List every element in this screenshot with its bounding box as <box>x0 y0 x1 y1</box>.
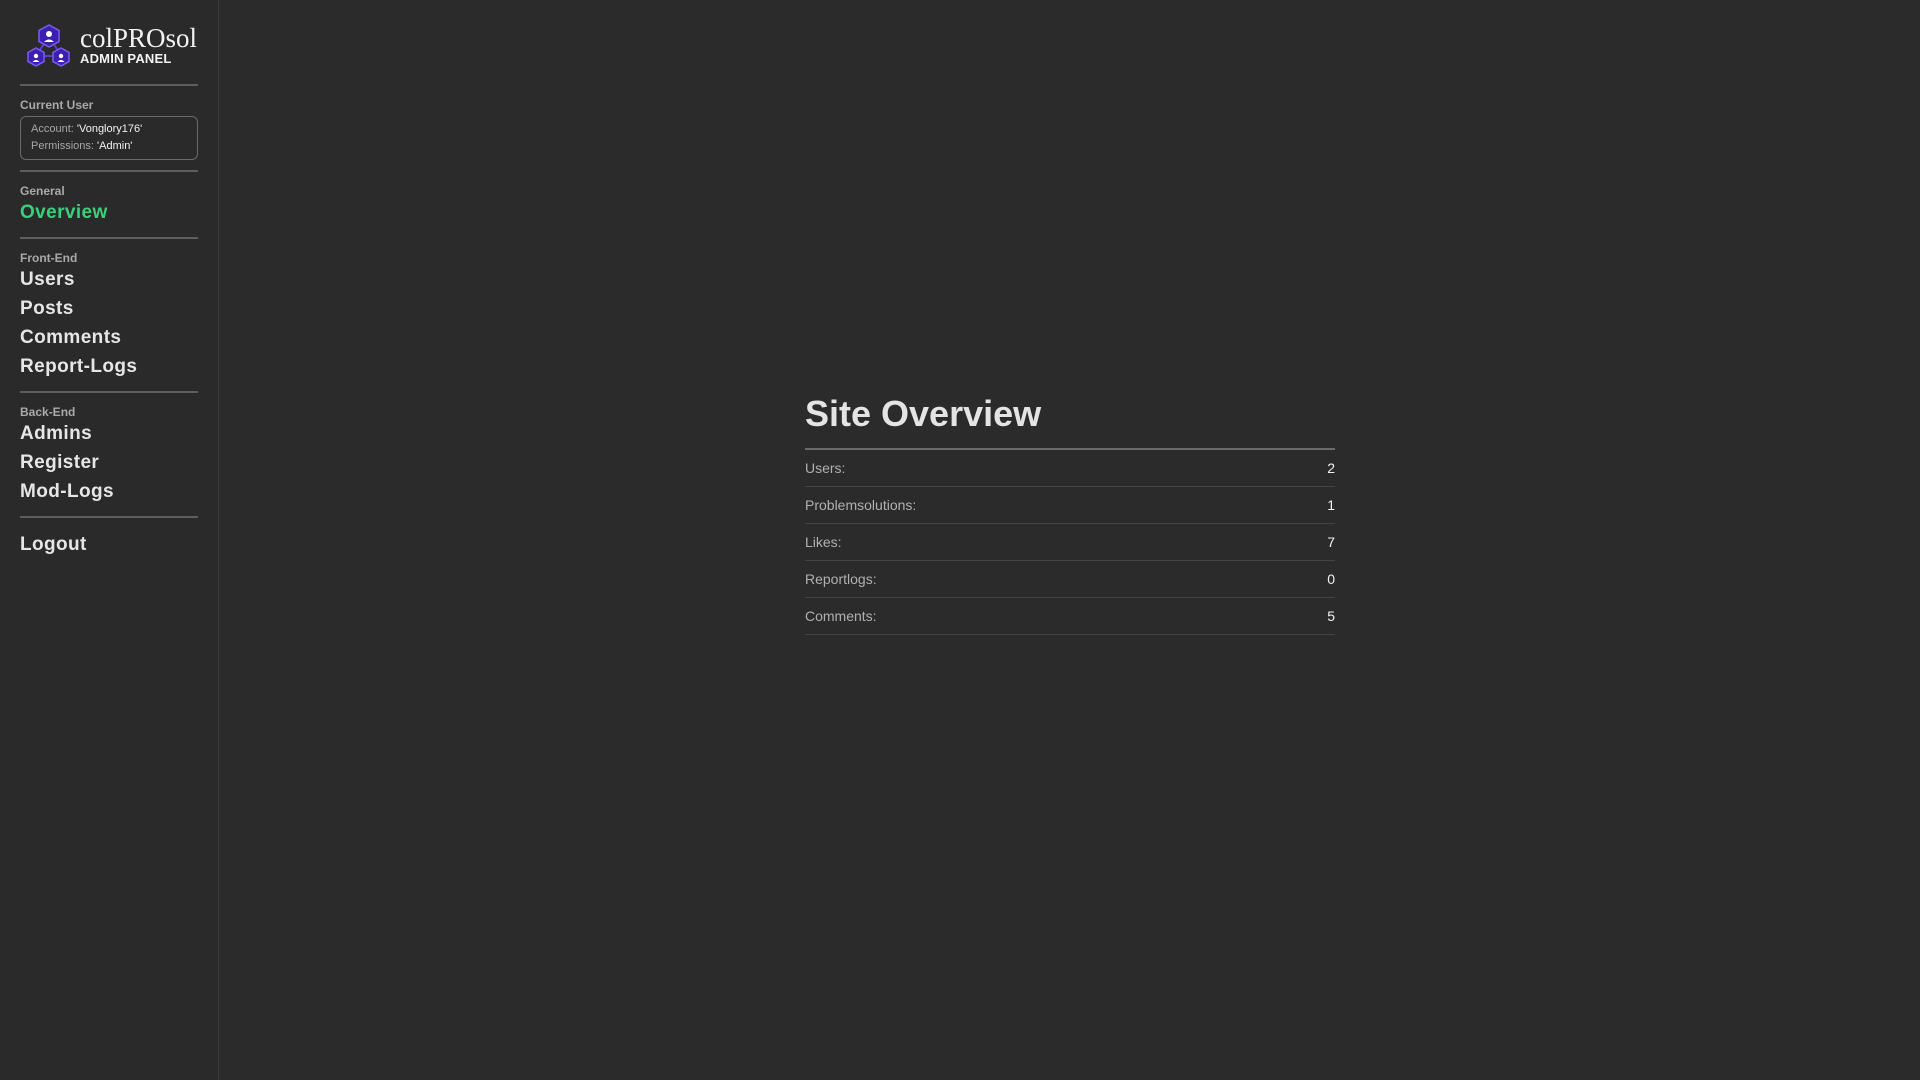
current-user-box: Account: 'Vonglory176' Permissions: 'Adm… <box>20 116 198 160</box>
stat-value: 0 <box>1327 571 1335 587</box>
stat-label: Users: <box>805 460 846 476</box>
account-value: 'Vonglory176' <box>76 123 143 135</box>
brand-subtitle: ADMIN PANEL <box>80 51 172 66</box>
site-overview-panel: Site Overview Users: 2 Problemsolutions:… <box>805 390 1335 635</box>
stat-row-likes: Likes: 7 <box>805 524 1335 561</box>
current-user-heading: Current User <box>20 98 94 112</box>
stat-row-problemsolutions: Problemsolutions: 1 <box>805 487 1335 524</box>
nav-section-front-end-label: Front-End <box>20 251 78 265</box>
stat-row-comments: Comments: 5 <box>805 598 1335 635</box>
nav-item-report-logs[interactable]: Report-Logs <box>20 352 198 381</box>
stat-row-reportlogs: Reportlogs: 0 <box>805 561 1335 598</box>
logout-button[interactable]: Logout <box>20 530 198 559</box>
stat-label: Problemsolutions: <box>805 497 917 513</box>
nav-item-overview[interactable]: Overview <box>20 198 198 227</box>
nav-section-general-label: General <box>20 184 65 198</box>
stat-label: Reportlogs: <box>805 571 877 587</box>
sidebar: colPROsol ADMIN PANEL Current User Accou… <box>0 0 219 1080</box>
nav-item-admins[interactable]: Admins <box>20 419 198 448</box>
nav-section-back-end-label: Back-End <box>20 405 76 419</box>
stat-label: Comments: <box>805 608 877 624</box>
nav-item-mod-logs[interactable]: Mod-Logs <box>20 477 198 506</box>
stat-value: 5 <box>1327 608 1335 624</box>
nav-item-posts[interactable]: Posts <box>20 294 198 323</box>
divider <box>20 170 198 172</box>
brand-name: colPROsol <box>80 23 198 53</box>
divider <box>20 237 198 239</box>
account-label: Account: <box>31 123 74 135</box>
divider <box>20 391 198 393</box>
stat-label: Likes: <box>805 534 842 550</box>
nav-item-comments[interactable]: Comments <box>20 323 198 352</box>
divider <box>20 516 198 518</box>
permissions-line: Permissions: 'Admin' <box>31 138 187 155</box>
stat-value: 7 <box>1327 534 1335 550</box>
brand-logo[interactable]: colPROsol ADMIN PANEL <box>20 16 198 76</box>
nav-section-general: General Overview <box>20 184 198 227</box>
nav-section-front-end: Front-End Users Posts Comments Report-Lo… <box>20 251 198 381</box>
permissions-label: Permissions: <box>31 140 94 152</box>
stat-value: 1 <box>1327 497 1335 513</box>
hexagon-cluster-logo-icon <box>27 24 70 67</box>
nav-item-register[interactable]: Register <box>20 448 198 477</box>
nav-section-back-end: Back-End Admins Register Mod-Logs <box>20 405 198 506</box>
current-user-section: Current User Account: 'Vonglory176' Perm… <box>20 98 198 160</box>
main-content: Site Overview Users: 2 Problemsolutions:… <box>220 0 1920 1080</box>
permissions-value: 'Admin' <box>97 140 133 152</box>
divider <box>20 84 198 86</box>
stat-value: 2 <box>1327 460 1335 476</box>
account-line: Account: 'Vonglory176' <box>31 121 187 138</box>
nav-item-users[interactable]: Users <box>20 265 198 294</box>
page-title: Site Overview <box>805 390 1335 450</box>
stat-row-users: Users: 2 <box>805 450 1335 487</box>
